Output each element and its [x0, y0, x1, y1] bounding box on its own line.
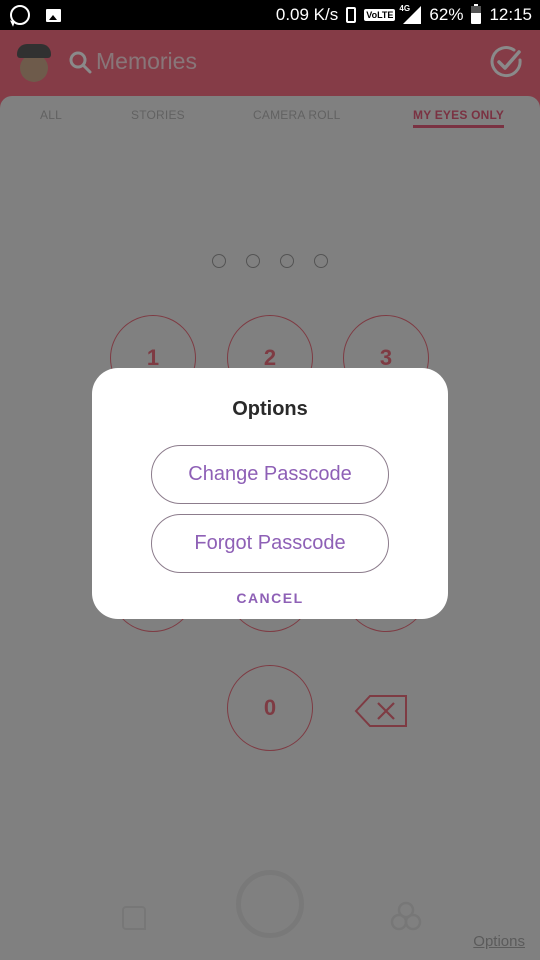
- volte-badge: VoLTE: [364, 9, 396, 21]
- status-bar: 0.09 K/s VoLTE 4G 62% 12:15: [0, 0, 540, 30]
- whatsapp-icon: [10, 5, 30, 25]
- battery-percent: 62%: [429, 5, 464, 24]
- gallery-icon: [46, 8, 61, 22]
- forgot-passcode-button[interactable]: Forgot Passcode: [151, 514, 389, 573]
- battery-icon: [471, 4, 482, 24]
- network-speed: 0.09 K/s: [275, 5, 339, 24]
- options-dialog: Options Change Passcode Forgot Passcode …: [92, 368, 448, 619]
- cancel-button[interactable]: CANCEL: [92, 590, 448, 606]
- change-passcode-button[interactable]: Change Passcode: [151, 445, 389, 504]
- clock: 12:15: [489, 5, 532, 24]
- signal-icon: 4G: [399, 4, 422, 24]
- dialog-title: Options: [232, 398, 308, 420]
- vibrate-icon: [346, 7, 357, 23]
- network-type: 4G: [399, 4, 411, 13]
